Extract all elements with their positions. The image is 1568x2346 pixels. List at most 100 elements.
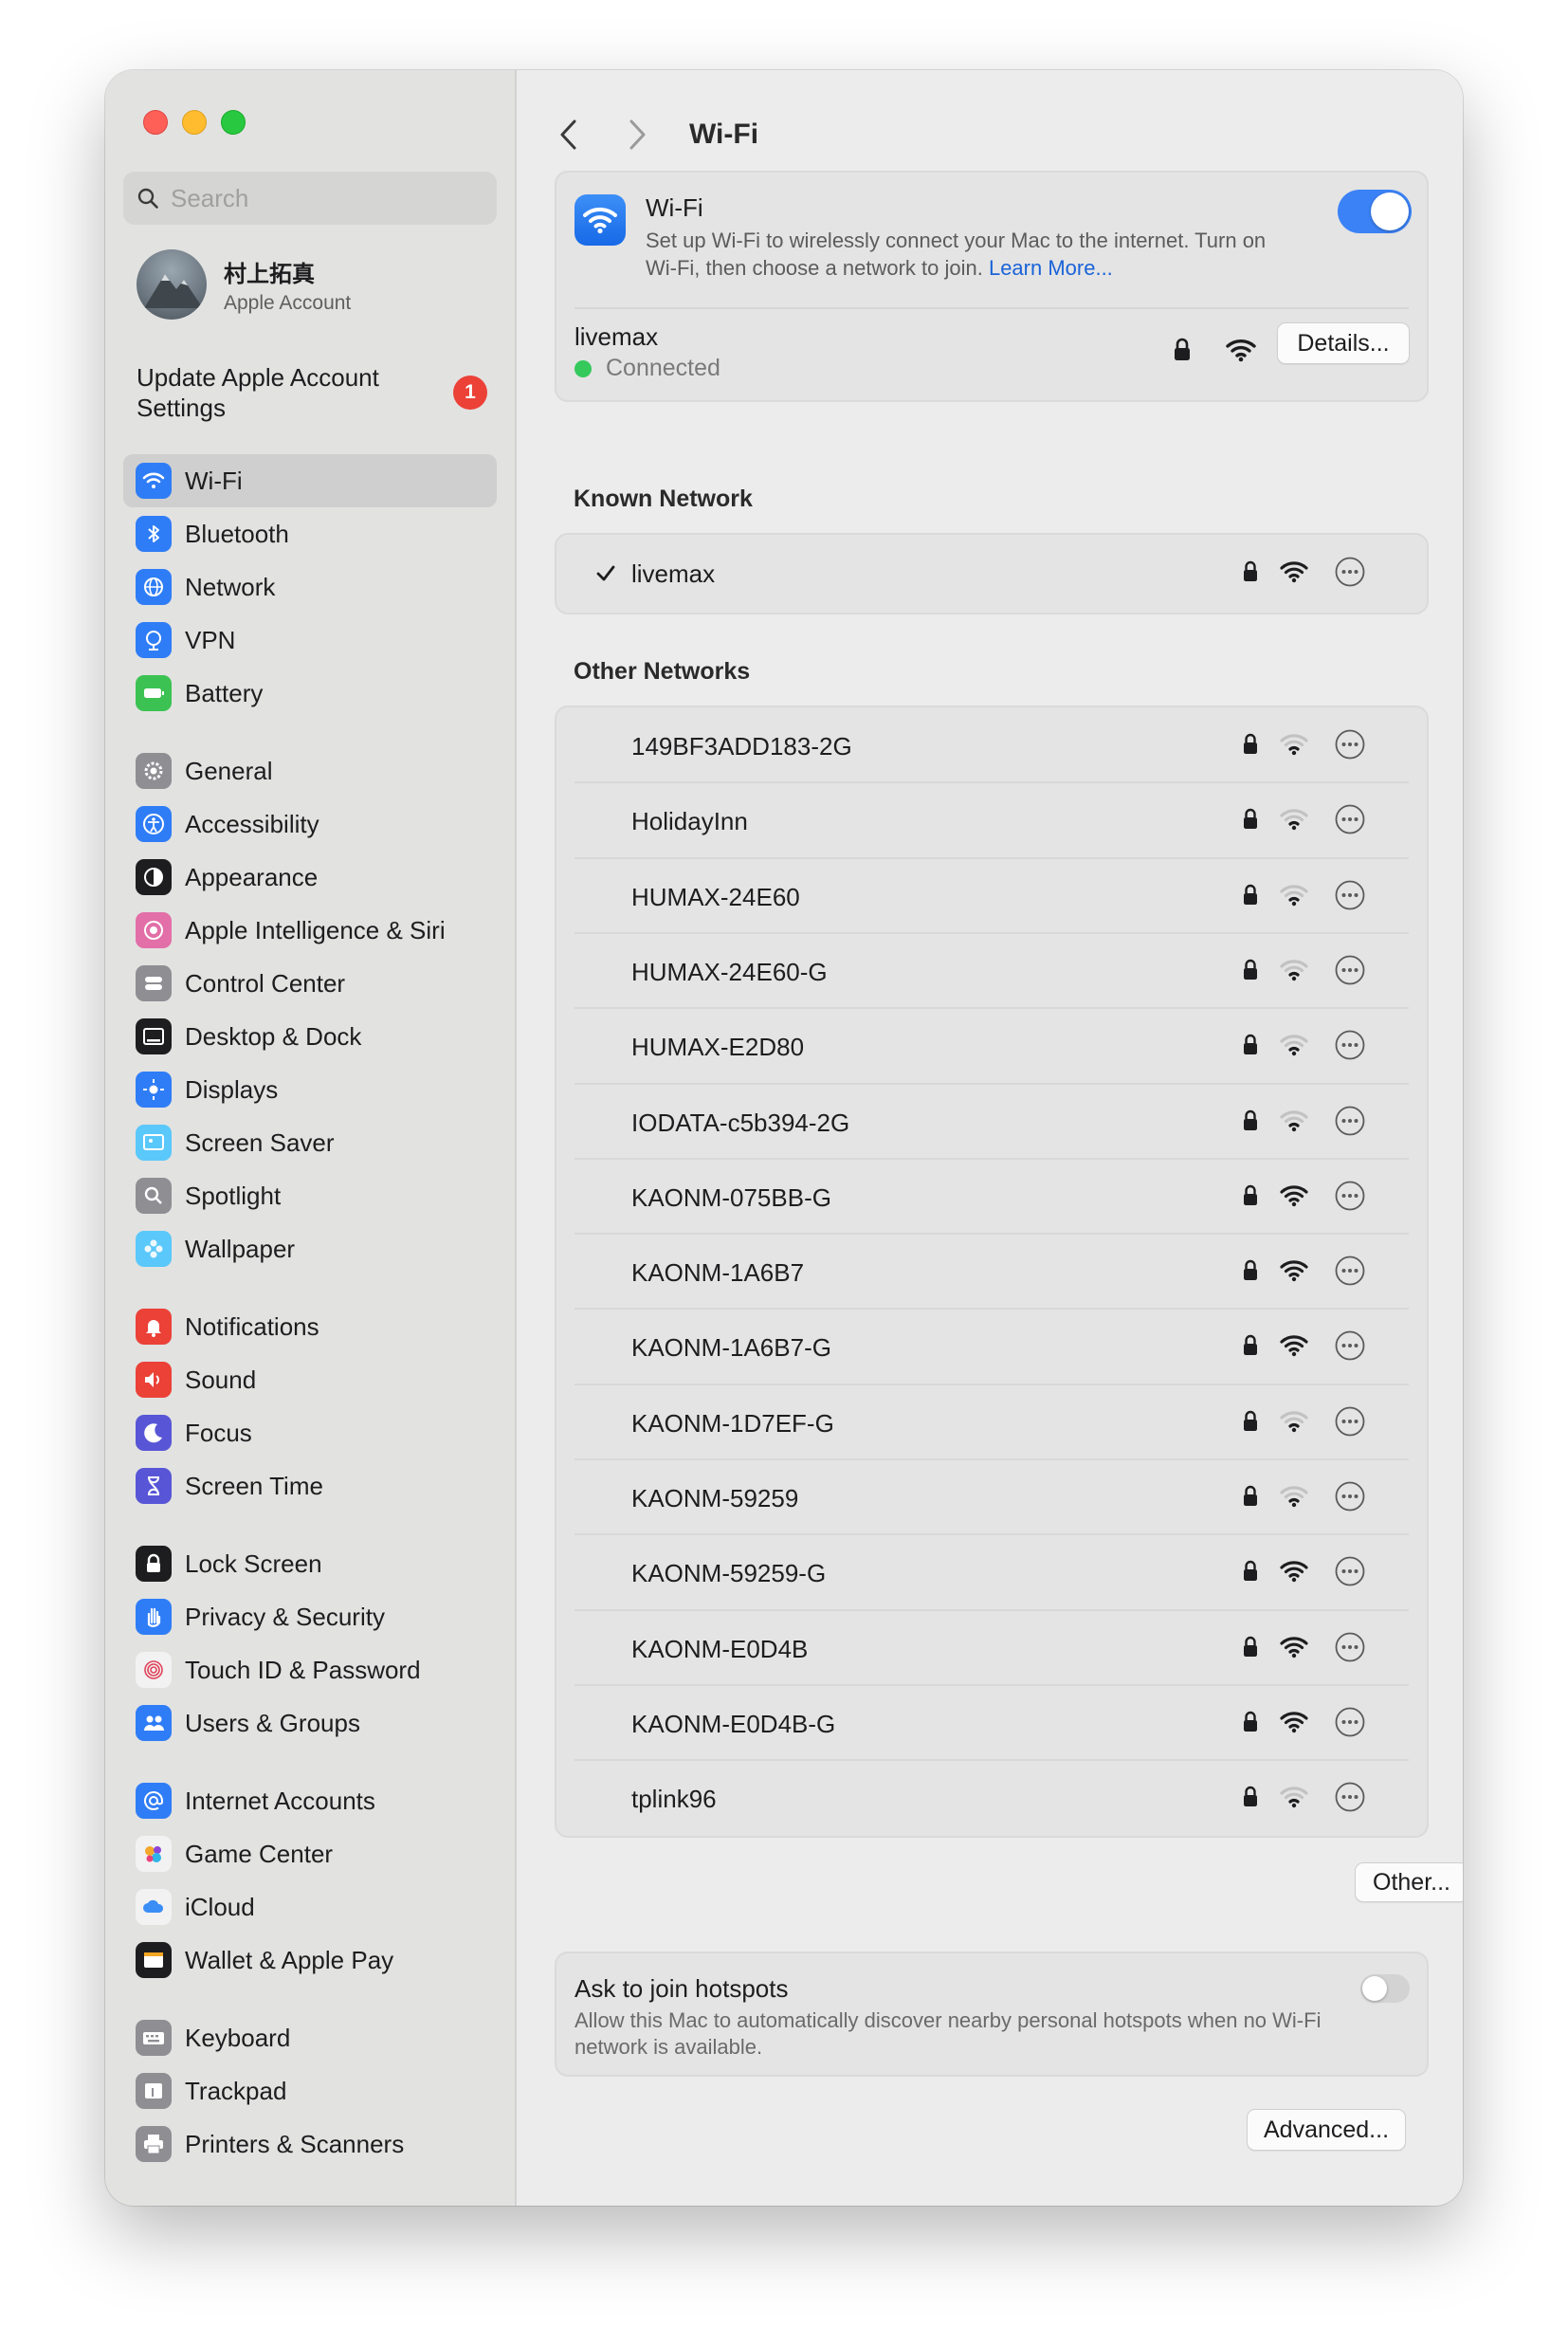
more-options-icon[interactable] <box>1334 1105 1366 1142</box>
sidebar-item-wi-fi[interactable]: Wi-Fi <box>123 454 497 507</box>
update-account-settings[interactable]: Update Apple Account Settings 1 <box>137 362 487 423</box>
network-name: livemax <box>631 559 716 588</box>
known-network-row[interactable]: livemax <box>574 535 1409 613</box>
network-row[interactable]: HUMAX-24E60 <box>574 858 1409 936</box>
minimize-window-button[interactable] <box>182 110 207 135</box>
sidebar-item-label: Lock Screen <box>185 1549 322 1578</box>
other-networks-heading: Other Networks <box>574 658 751 685</box>
sidebar-item-internet-accounts[interactable]: Internet Accounts <box>123 1774 497 1827</box>
sidebar-item-icloud[interactable]: iCloud <box>123 1880 497 1934</box>
wifi-toggle[interactable] <box>1338 190 1412 233</box>
network-row[interactable]: KAONM-075BB-G <box>574 1159 1409 1237</box>
sidebar-item-focus[interactable]: Focus <box>123 1406 497 1459</box>
toolbar: Wi-Fi <box>517 108 758 161</box>
network-row[interactable]: KAONM-59259-G <box>574 1534 1409 1612</box>
network-row[interactable]: KAONM-59259 <box>574 1459 1409 1537</box>
sidebar-item-general[interactable]: General <box>123 744 497 797</box>
gear-icon <box>136 753 172 789</box>
sidebar-item-users-groups[interactable]: Users & Groups <box>123 1696 497 1750</box>
network-name: HUMAX-24E60-G <box>631 957 828 986</box>
sidebar-item-displays[interactable]: Displays <box>123 1063 497 1116</box>
network-row[interactable]: KAONM-1D7EF-G <box>574 1384 1409 1462</box>
sidebar-item-apple-intelligence-siri[interactable]: Apple Intelligence & Siri <box>123 904 497 957</box>
network-row[interactable]: HolidayInn <box>574 782 1409 860</box>
more-options-icon[interactable] <box>1334 1029 1366 1066</box>
other-network-button[interactable]: Other... <box>1355 1862 1463 1902</box>
more-options-icon[interactable] <box>1334 1555 1366 1592</box>
more-options-icon[interactable] <box>1334 1329 1366 1366</box>
sidebar-item-label: Printers & Scanners <box>185 2129 405 2158</box>
learn-more-link[interactable]: Learn More... <box>989 256 1113 280</box>
sidebar-item-game-center[interactable]: Game Center <box>123 1827 497 1880</box>
sidebar-item-control-center[interactable]: Control Center <box>123 957 497 1010</box>
search-input[interactable] <box>169 182 476 214</box>
lock-icon <box>1242 1786 1259 1813</box>
network-row[interactable]: IODATA-c5b394-2G <box>574 1084 1409 1162</box>
network-name: KAONM-1A6B7 <box>631 1257 805 1287</box>
sidebar-item-privacy-security[interactable]: Privacy & Security <box>123 1590 497 1643</box>
advanced-button[interactable]: Advanced... <box>1247 2109 1406 2151</box>
more-options-icon[interactable] <box>1334 1180 1366 1217</box>
sidebar-item-screen-saver[interactable]: Screen Saver <box>123 1116 497 1169</box>
sidebar-item-label: Desktop & Dock <box>185 1021 362 1051</box>
sidebar-item-appearance[interactable]: Appearance <box>123 851 497 904</box>
network-row[interactable]: KAONM-E0D4B-G <box>574 1685 1409 1763</box>
details-button[interactable]: Details... <box>1277 322 1410 364</box>
wifi-signal-icon <box>1280 959 1308 986</box>
network-row[interactable]: KAONM-1A6B7 <box>574 1234 1409 1311</box>
sidebar-item-spotlight[interactable]: Spotlight <box>123 1169 497 1222</box>
network-name: KAONM-59259-G <box>631 1558 827 1587</box>
wifi-title: Wi-Fi <box>646 193 703 222</box>
zoom-window-button[interactable] <box>221 110 246 135</box>
forward-arrow-icon[interactable] <box>627 119 647 151</box>
sidebar-item-network[interactable]: Network <box>123 560 497 614</box>
more-options-icon[interactable] <box>1334 728 1366 765</box>
more-options-icon[interactable] <box>1334 954 1366 991</box>
sidebar-item-accessibility[interactable]: Accessibility <box>123 797 497 851</box>
more-options-icon[interactable] <box>1334 803 1366 840</box>
sidebar-item-wallet-apple-pay[interactable]: Wallet & Apple Pay <box>123 1934 497 1987</box>
wifi-signal-icon <box>1280 884 1308 911</box>
sidebar-item-trackpad[interactable]: Trackpad <box>123 2064 497 2117</box>
sidebar-item-desktop-dock[interactable]: Desktop & Dock <box>123 1010 497 1063</box>
apple-account[interactable]: 村上拓真 Apple Account <box>137 249 351 320</box>
hotspots-card: Ask to join hotspots Allow this Mac to a… <box>555 1952 1429 2077</box>
sidebar-item-touch-id-password[interactable]: Touch ID & Password <box>123 1643 497 1696</box>
network-name: HUMAX-24E60 <box>631 882 800 911</box>
close-window-button[interactable] <box>143 110 168 135</box>
sidebar-item-label: Battery <box>185 678 264 707</box>
sidebar-item-printers-scanners[interactable]: Printers & Scanners <box>123 2117 497 2171</box>
more-options-icon[interactable] <box>1334 556 1366 593</box>
more-options-icon[interactable] <box>1334 1781 1366 1818</box>
sidebar-item-sound[interactable]: Sound <box>123 1353 497 1406</box>
more-options-icon[interactable] <box>1334 879 1366 916</box>
sidebar-item-battery[interactable]: Battery <box>123 667 497 720</box>
sidebar-item-label: Wi-Fi <box>185 466 243 495</box>
more-options-icon[interactable] <box>1334 1631 1366 1668</box>
network-row[interactable]: HUMAX-E2D80 <box>574 1008 1409 1086</box>
sidebar-item-vpn[interactable]: VPN <box>123 614 497 667</box>
more-options-icon[interactable] <box>1334 1706 1366 1743</box>
network-row[interactable]: KAONM-1A6B7-G <box>574 1309 1409 1386</box>
network-row[interactable]: HUMAX-24E60-G <box>574 933 1409 1011</box>
lock-icon <box>1242 884 1259 911</box>
more-options-icon[interactable] <box>1334 1405 1366 1442</box>
sidebar-item-label: Appearance <box>185 862 319 891</box>
hotspots-toggle[interactable] <box>1360 1974 1410 2003</box>
wifi-signal-icon <box>1280 1410 1308 1438</box>
search-field[interactable] <box>123 172 497 225</box>
sidebar-item-screen-time[interactable]: Screen Time <box>123 1459 497 1512</box>
more-options-icon[interactable] <box>1334 1480 1366 1517</box>
network-row[interactable]: tplink96 <box>574 1760 1409 1838</box>
more-options-icon[interactable] <box>1334 1255 1366 1292</box>
sidebar-item-keyboard[interactable]: Keyboard <box>123 2011 497 2064</box>
network-row[interactable]: 149BF3ADD183-2G <box>574 707 1409 785</box>
sidebar-item-wallpaper[interactable]: Wallpaper <box>123 1222 497 1275</box>
sidebar-item-bluetooth[interactable]: Bluetooth <box>123 507 497 560</box>
network-row[interactable]: KAONM-E0D4B <box>574 1610 1409 1688</box>
back-arrow-icon[interactable] <box>558 119 579 151</box>
sidebar-item-lock-screen[interactable]: Lock Screen <box>123 1537 497 1590</box>
sidebar-item-notifications[interactable]: Notifications <box>123 1300 497 1353</box>
sidebar-item-label: Screen Saver <box>185 1127 335 1157</box>
